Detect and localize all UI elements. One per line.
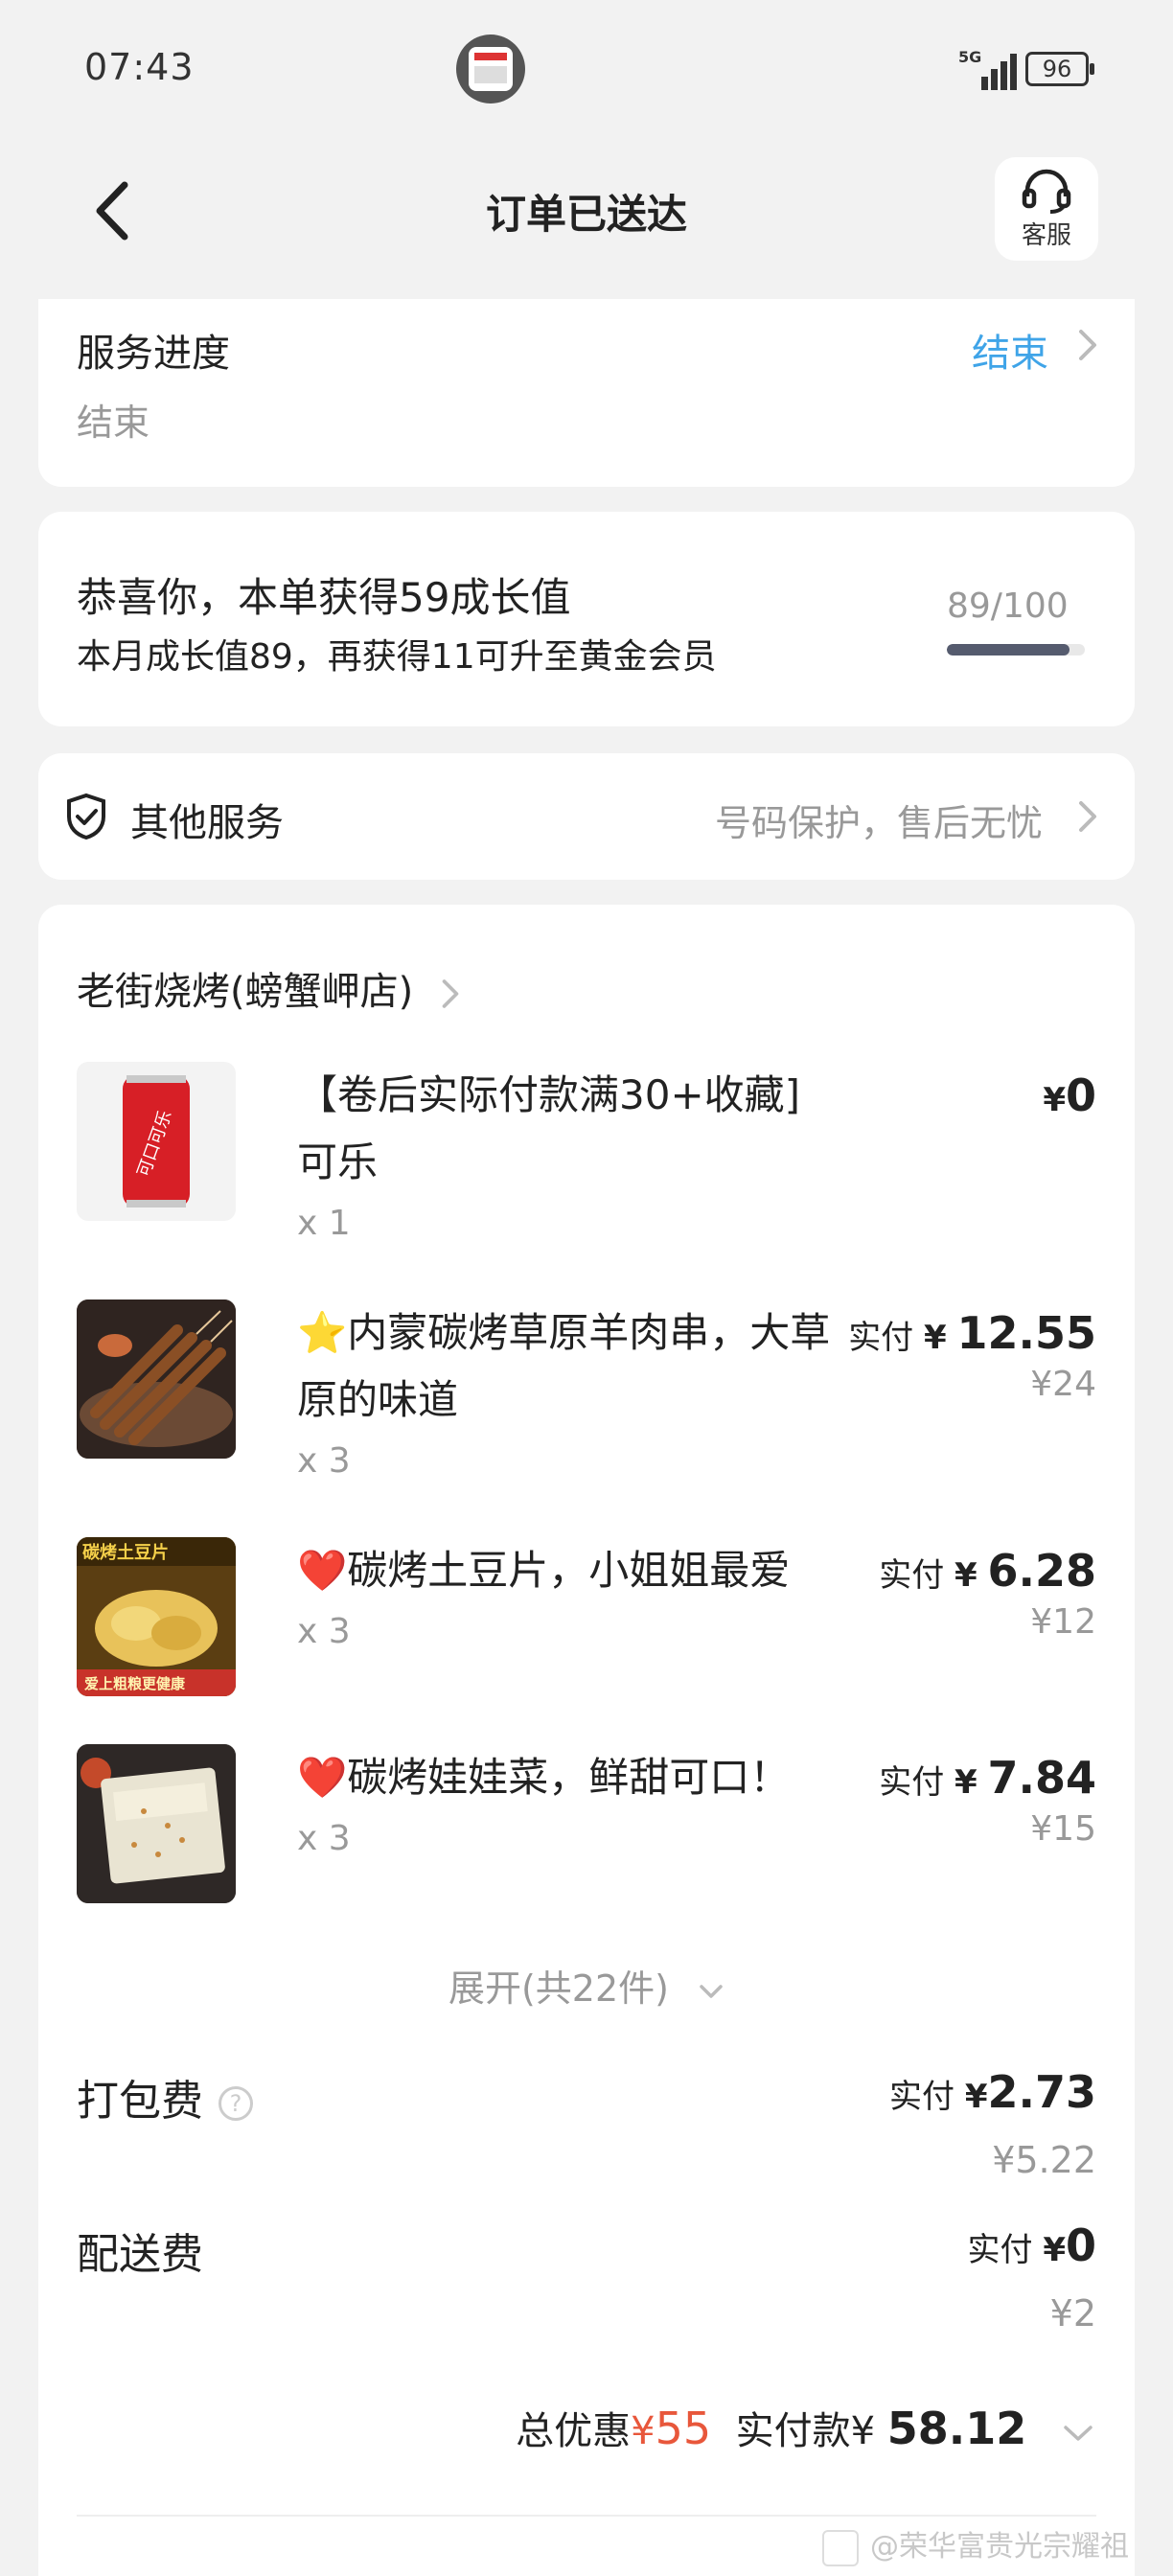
signal-icon: 5G [958,48,1017,90]
item-price: 实付 ¥ 7.84 ¥15 [879,1752,1096,1849]
item-name: ⭐内蒙碳烤草原羊肉串，大草原的味道 [297,1309,831,1423]
growth-headline: 恭喜你，本单获得59成长值 [77,574,571,621]
status-time: 07:43 [84,46,195,88]
watermark: @荣华富贵光宗耀祖 [822,2522,1129,2566]
delivery-fee-original: ¥2 [1049,2292,1096,2334]
order-item[interactable]: ⭐内蒙碳烤草原羊肉串，大草原的味道 x 3 实付 ¥ 12.55 ¥24 [77,1300,1096,1491]
service-progress-card[interactable]: 服务进度 结束 结束 [38,299,1135,487]
item-name: ❤️碳烤娃娃菜，鲜甜可口！ [297,1754,791,1801]
service-progress-link[interactable]: 结束 [972,322,1048,378]
item-original-price: ¥12 [1030,1602,1096,1642]
battery-level: 96 [1042,56,1072,82]
item-qty: x 3 [297,1441,351,1481]
store-name: 老街烧烤(螃蟹岬店) [77,970,414,1014]
item-paid: 12.55 [956,1307,1096,1359]
store-name-link[interactable]: 老街烧烤(螃蟹岬店) [77,960,462,1016]
item-image-lamb-skewers [77,1300,236,1459]
item-paid: 7.84 [987,1752,1097,1804]
growth-score: 89/100 [947,586,1069,626]
service-progress-status: 结束 [77,402,150,444]
packing-fee-label: 打包费 [77,2077,203,2126]
item-name: 【卷后实际付款满30+收藏]可乐 [297,1071,801,1185]
other-services-detail: 号码保护，售后无忧 [714,802,1043,844]
discount-amount: ¥55 [631,2403,712,2454]
discount-label: 总优惠 [516,2409,632,2453]
expand-items-button[interactable]: 展开(共22件) [38,1959,1135,2012]
item-price: ¥0 [1043,1070,1096,1121]
chevron-right-icon [442,979,459,1008]
other-services-label: 其他服务 [130,801,284,845]
delivery-fee-row: 配送费 实付 ¥0 ¥2 [77,2220,1096,2344]
chevron-down-icon [1064,2426,1092,2441]
notification-app-icon [456,34,525,104]
item-image-cola: 可口可乐 [77,1062,236,1221]
item-paid: 6.28 [987,1545,1097,1597]
packing-fee-original: ¥5.22 [992,2139,1096,2181]
order-summary[interactable]: 总优惠¥55 实付款¥ 58.12 [516,2400,1094,2455]
delivery-fee-label: 配送费 [77,2230,203,2279]
order-item[interactable]: 碳烤土豆片 爱上粗粮更健康 ❤️碳烤土豆片，小姐姐最爱 x 3 实付 ¥ 6.2… [77,1537,1096,1710]
currency-symbol: ¥ [1043,1081,1066,1119]
growth-detail: 本月成长值89，再获得11可升至黄金会员 [77,637,717,677]
delivery-fee-price: 实付 ¥0 [967,2220,1097,2271]
item-qty: x 3 [297,1612,351,1651]
battery-icon: 96 [1025,52,1094,86]
order-item[interactable]: ❤️碳烤娃娃菜，鲜甜可口！ x 3 实付 ¥ 7.84 ¥15 [77,1744,1096,1917]
help-icon[interactable]: ? [218,2086,253,2121]
customer-service-label: 客服 [1021,220,1071,250]
item-image-potato-chips: 碳烤土豆片 爱上粗粮更健康 [77,1537,236,1696]
headset-icon [1022,169,1071,214]
packing-fee-row: 打包费? 实付 ¥2.73 ¥5.22 [77,2066,1096,2191]
item-paid: 0 [1065,1070,1096,1121]
nav-header: 订单已送达 客服 [0,144,1173,278]
item-price: 实付 ¥ 12.55 ¥24 [848,1307,1096,1404]
item-original-price: ¥24 [1030,1365,1096,1404]
chevron-right-icon [1075,326,1100,364]
packing-fee-price: 实付 ¥2.73 [889,2066,1096,2118]
customer-service-button[interactable]: 客服 [995,157,1098,261]
chevron-down-icon [700,1984,723,1998]
item-qty: x 1 [297,1204,351,1243]
paid-prefix: 实付 [879,1763,945,1802]
paid-label: 实付款 [735,2409,851,2453]
other-services-card[interactable]: 其他服务 号码保护，售后无忧 [38,753,1135,880]
shield-check-icon [67,793,105,840]
expand-label: 展开(共22件) [448,1967,669,2010]
chevron-right-icon [1075,797,1100,836]
growth-card[interactable]: 恭喜你，本单获得59成长值 本月成长值89，再获得11可升至黄金会员 89/10… [38,512,1135,726]
status-bar: 07:43 5G 96 [0,0,1173,134]
growth-progress-bar [947,644,1085,656]
total-paid: 58.12 [886,2403,1027,2454]
divider [77,2515,1096,2517]
item-name: ❤️碳烤土豆片，小姐姐最爱 [297,1547,791,1594]
item-image-baby-cabbage [77,1744,236,1903]
order-card: 老街烧烤(螃蟹岬店) 可口可乐 【卷后实际付款满30+收藏]可乐 x 1 ¥0 [38,905,1135,2576]
service-progress-label: 服务进度 [77,332,230,376]
order-item[interactable]: 可口可乐 【卷后实际付款满30+收藏]可乐 x 1 ¥0 [77,1062,1096,1254]
potato-label-text: 碳烤土豆片 [82,1542,169,1563]
watermark-logo-icon [822,2529,859,2566]
network-type: 5G [958,48,982,66]
item-price: 实付 ¥ 6.28 ¥12 [879,1545,1096,1642]
paid-prefix: 实付 [848,1319,914,1357]
item-qty: x 3 [297,1819,351,1858]
potato-bottom-text: 爱上粗粮更健康 [84,1675,186,1692]
paid-prefix: 实付 [879,1556,945,1595]
item-original-price: ¥15 [1030,1809,1096,1849]
